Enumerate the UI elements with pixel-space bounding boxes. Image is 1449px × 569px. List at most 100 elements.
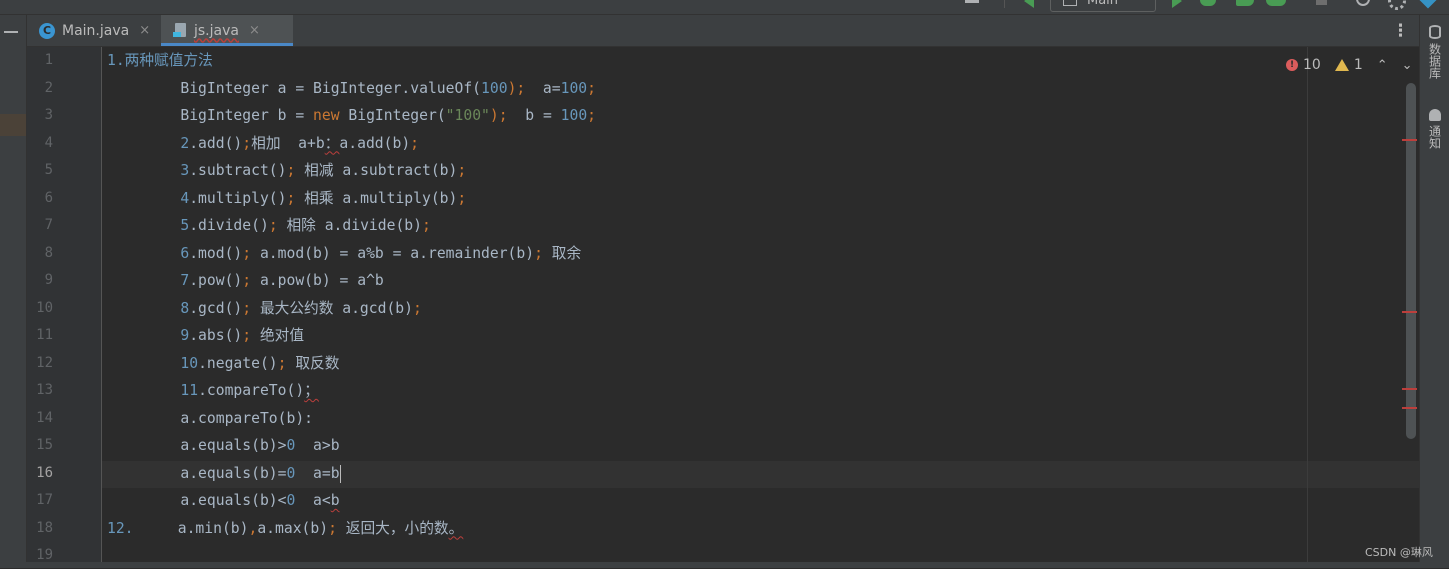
line-number-row[interactable]: 13 — [27, 377, 101, 404]
line-number-row[interactable]: 15 — [27, 432, 101, 459]
search-icon[interactable] — [1356, 0, 1370, 6]
code-token: 100 — [560, 107, 588, 124]
code-token: .mod() — [189, 244, 243, 262]
close-icon[interactable]: × — [139, 23, 150, 38]
code-token: ; — [587, 79, 596, 97]
code-line[interactable]: 8.gcd(); 最大公约数 a.gcd(b); — [107, 295, 422, 322]
code-line[interactable]: 1.两种赋值方法 — [107, 47, 213, 74]
line-number-row[interactable]: 10 — [27, 295, 101, 322]
code-token: 返回大，小的数 — [336, 519, 449, 537]
code-token: a.min(b) — [133, 519, 249, 537]
line-number-row[interactable]: 18 — [27, 515, 101, 542]
code-line[interactable]: BigInteger a = BigInteger.valueOf(100); … — [107, 75, 596, 102]
code-token: ; — [413, 299, 422, 317]
profile-icon[interactable] — [1266, 0, 1286, 6]
line-number-row[interactable]: 12 — [27, 350, 101, 377]
update-icon[interactable] — [1419, 0, 1437, 9]
code-line[interactable]: 12. a.min(b),a.max(b); 返回大，小的数。 — [107, 515, 463, 542]
database-tool-label: 数据库 — [1427, 43, 1442, 79]
line-number-row[interactable]: 8 — [27, 240, 101, 267]
code-line[interactable]: 2.add();相加 a+b：a.add(b); — [107, 130, 419, 157]
error-stripe-marker[interactable] — [1402, 139, 1417, 141]
code-line[interactable]: a.equals(b)=0 a=b — [107, 460, 341, 487]
error-icon: ! — [1286, 59, 1298, 71]
line-number-row[interactable]: 4 — [27, 130, 101, 157]
line-number-gutter[interactable]: 1 2 3 4 5 6 7 8 9 10 11 12 13 14 15 16 17 18 19 — [27, 47, 102, 568]
tab-menu-icon[interactable]: ⋮ — [1392, 21, 1409, 41]
code-token: 5 — [180, 217, 190, 234]
code-token: 100 — [560, 79, 588, 97]
line-number-row[interactable]: 2 — [27, 75, 101, 102]
code-token: 8 — [180, 299, 190, 317]
code-line[interactable]: a.equals(b)>0 a>b — [107, 432, 339, 459]
code-token: ; — [422, 217, 431, 234]
database-tool-button[interactable]: 数据库 — [1420, 25, 1449, 79]
run-icon[interactable] — [1172, 0, 1182, 8]
line-number-row[interactable]: 9 — [27, 267, 101, 294]
error-stripe-marker[interactable] — [1402, 407, 1417, 409]
code-token: ; — [242, 327, 252, 344]
code-token: .multiply() — [189, 189, 287, 207]
code-line[interactable]: 11.compareTo()； — [107, 377, 319, 404]
line-number-row[interactable]: 3 — [27, 102, 101, 129]
line-number-row[interactable]: 14 — [27, 405, 101, 432]
error-stripe-marker[interactable] — [1402, 388, 1417, 390]
code-token: a< — [295, 492, 331, 509]
code-token: 7 — [180, 272, 190, 289]
tab-label: js.java — [194, 22, 239, 39]
code-line[interactable]: a.equals(b)<0 a<b — [107, 487, 339, 514]
line-number: 18 — [36, 519, 53, 536]
tab-js-java[interactable]: js.java × — [161, 15, 293, 46]
gear-icon[interactable] — [1388, 0, 1406, 10]
code-line[interactable]: 9.abs(); 绝对值 — [107, 322, 304, 349]
line-number: 10 — [36, 299, 53, 316]
left-tool-strip — [0, 15, 27, 568]
line-number-row[interactable]: 6 — [27, 185, 101, 212]
code-line[interactable]: 7.pow(); a.pow(b) = a^b — [107, 267, 383, 294]
error-stripe-marker[interactable] — [1402, 311, 1417, 313]
code-token: .add() — [189, 134, 243, 152]
project-tool-marker[interactable] — [0, 114, 26, 136]
code-line[interactable]: 6.mod(); a.mod(b) = a%b = a.remainder(b)… — [107, 240, 581, 267]
stop-icon[interactable] — [1316, 0, 1327, 5]
coverage-icon[interactable] — [1236, 0, 1254, 6]
next-problem-icon[interactable]: ⌄ — [1402, 58, 1413, 73]
code-line[interactable]: 10.negate(); 取反数 — [107, 350, 339, 377]
line-number-row[interactable]: 1 — [27, 47, 101, 74]
code-editor[interactable]: 1.两种赋值方法 BigInteger a = BigInteger.value… — [102, 47, 1419, 568]
watermark: CSDN @琳风 — [1365, 546, 1433, 559]
code-line[interactable]: a.compareTo(b): — [107, 405, 313, 432]
line-number: 1 — [44, 52, 53, 68]
line-number-row[interactable]: 7 — [27, 212, 101, 239]
code-line[interactable]: 3.subtract(); 相减 a.subtract(b); — [107, 157, 466, 184]
code-line[interactable]: BigInteger b = new BigInteger("100"); b … — [107, 102, 596, 129]
toolbar-separator — [1004, 0, 1005, 8]
minimize-icon[interactable] — [965, 0, 979, 3]
code-line[interactable]: 5.divide(); 相除 a.divide(b); — [107, 212, 431, 239]
warning-icon — [1334, 59, 1349, 71]
debug-icon[interactable] — [1200, 0, 1216, 6]
java-class-icon: C — [39, 22, 55, 39]
line-number-row[interactable]: 5 — [27, 157, 101, 184]
notifications-tool-button[interactable]: 通知 — [1420, 109, 1449, 149]
collapse-icon[interactable] — [4, 31, 18, 33]
inspection-widget[interactable]: ! 10 1 ⌃ ⌄ — [1286, 56, 1413, 74]
code-token: 相减 a.subtract(b) — [295, 162, 458, 179]
line-number-row[interactable]: 17 — [27, 487, 101, 514]
code-line[interactable]: 4.multiply(); 相乘 a.multiply(b); — [107, 185, 466, 212]
line-number-row[interactable]: 11 — [27, 322, 101, 349]
notifications-tool-label: 通知 — [1427, 125, 1442, 149]
line-number-row[interactable]: 16 — [27, 460, 101, 487]
vertical-scrollbar[interactable] — [1406, 83, 1416, 439]
close-icon[interactable]: × — [249, 23, 260, 38]
code-token: BigInteger( — [339, 107, 446, 124]
back-run-icon[interactable] — [1024, 0, 1034, 8]
code-token: new — [313, 107, 340, 124]
tab-main-java[interactable]: C Main.java × — [27, 15, 154, 46]
previous-problem-icon[interactable]: ⌃ — [1377, 58, 1388, 73]
run-config-selector[interactable]: Main — [1050, 0, 1156, 12]
